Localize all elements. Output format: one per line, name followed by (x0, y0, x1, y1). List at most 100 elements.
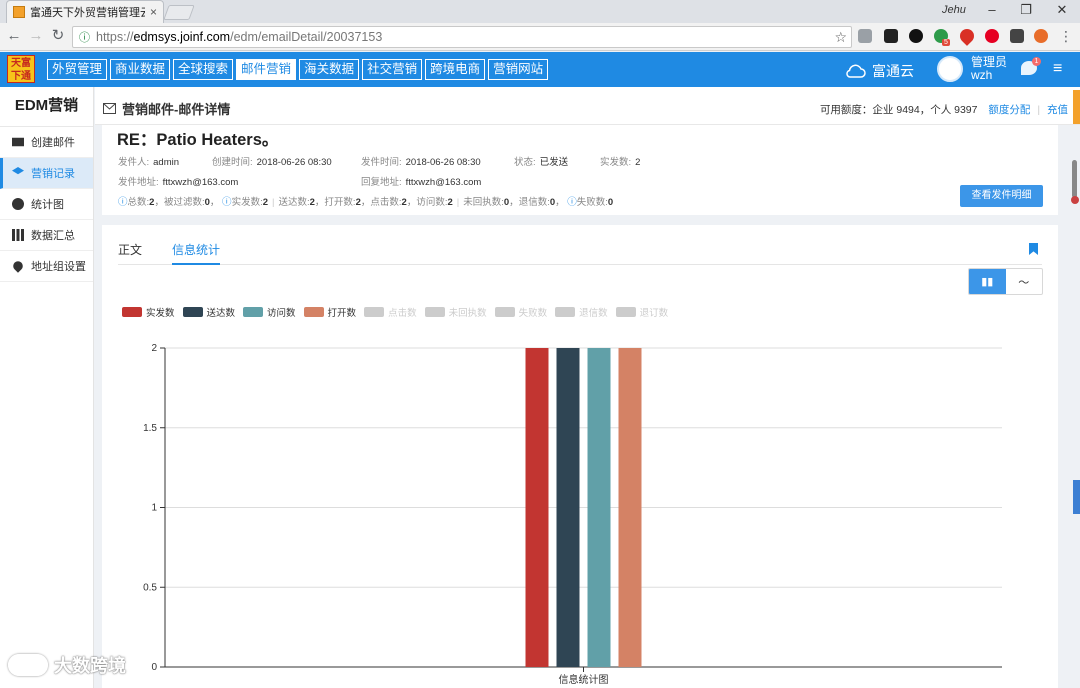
sidebar-item-address-groups[interactable]: 地址组设置 (0, 251, 93, 282)
new-tab-button[interactable] (163, 5, 195, 20)
profile-name[interactable]: Jehu (942, 4, 966, 16)
bar-chart-toggle-icon[interactable]: ▮▮ (969, 269, 1006, 294)
legend-label: 退订数 (639, 308, 669, 319)
side-panel-toggle-top[interactable] (1073, 90, 1080, 124)
legend-item[interactable]: 送达数 (182, 305, 235, 319)
nav-item-email-marketing[interactable]: 邮件营销 (236, 59, 297, 80)
extension-download-icon[interactable] (1010, 29, 1024, 43)
legend-item[interactable]: 退信数 (555, 305, 608, 319)
legend-label: 点击数 (388, 308, 417, 319)
legend-item[interactable]: 实发数 (122, 305, 175, 319)
hamburger-menu-icon[interactable]: ≡ (1053, 60, 1062, 78)
browser-toolbar: ← → ↻ ⓘ https://edmsys.joinf.com/edm/ema… (0, 23, 1080, 51)
sidebar-item-label: 营销记录 (31, 168, 75, 180)
legend-label: 失败数 (518, 308, 548, 319)
legend-item[interactable]: 访问数 (243, 305, 296, 319)
nav-item-cross-border[interactable]: 跨境电商 (425, 59, 486, 80)
address-bar[interactable]: ⓘ https://edmsys.joinf.com/edm/emailDeta… (72, 26, 852, 48)
line-chart-toggle-icon[interactable]: 〜 (1006, 269, 1043, 294)
info-icon[interactable]: ⓘ (79, 29, 90, 45)
stat-label: 被过滤数: (163, 197, 205, 208)
bar (525, 348, 549, 667)
legend-swatch (494, 307, 515, 317)
chart-legend: 实发数 送达数 访问数 打开数 点击数 未回执数 失败数 退信数 退订数 (122, 305, 668, 319)
sidebar-title: EDM营销 (0, 87, 93, 127)
sent-value: 2018-06-26 08:30 (405, 157, 481, 168)
user-name: wzh (971, 68, 993, 82)
help-icon[interactable]: ⓘ (118, 197, 128, 208)
quota-allocate-link[interactable]: 额度分配 (988, 104, 1030, 116)
extension-screen-icon[interactable] (884, 29, 898, 43)
reply-value: fttxwzh@163.com (405, 177, 482, 188)
url-prefix: https:// (96, 30, 134, 44)
sidebar-item-statistics-chart[interactable]: 统计图 (0, 189, 93, 220)
bar (556, 348, 580, 667)
cloud-link[interactable]: 富通云 (844, 61, 914, 81)
stat-label: 失败数: (576, 197, 608, 208)
logo[interactable]: 天富下通 (7, 55, 35, 83)
from-label: 发件地址: (118, 177, 159, 188)
url-path: /edm/emailDetail/20037153 (230, 30, 383, 44)
sidebar-item-data-summary[interactable]: 数据汇总 (0, 220, 93, 251)
bookmark-icon[interactable] (1029, 243, 1038, 255)
maximize-icon[interactable]: ❐ (1016, 2, 1036, 18)
extension-fire-icon[interactable] (1034, 29, 1048, 43)
browser-tab[interactable]: 富通天下外贸营销管理云 × (6, 0, 164, 23)
legend-item[interactable]: 退订数 (615, 305, 669, 319)
legend-swatch (122, 307, 142, 317)
nav-item-global-search[interactable]: 全球搜索 (173, 59, 234, 80)
reply-field: 回复地址: fttxwzh@163.com (361, 174, 481, 188)
avatar[interactable] (937, 56, 963, 82)
bar-chart: 0 0.5 1 1.5 2 信息统计图 (143, 343, 1002, 686)
reply-label: 回复地址: (361, 177, 402, 188)
side-panel-toggle[interactable] (1073, 480, 1080, 514)
browser-tabstrip: 富通天下外贸营销管理云 × Jehu – ❐ ✕ (0, 0, 1080, 23)
close-window-icon[interactable]: ✕ (1052, 2, 1072, 18)
back-icon[interactable]: ← (4, 27, 24, 45)
minimize-icon[interactable]: – (982, 2, 1002, 17)
extension-keyboard-icon[interactable] (858, 29, 872, 43)
sidebar-item-marketing-records[interactable]: 营销记录 (0, 158, 93, 189)
legend-swatch (364, 307, 385, 317)
bookmark-star-icon[interactable]: ☆ (834, 29, 847, 46)
legend-item[interactable]: 未回执数 (424, 305, 487, 319)
page-title-text: 营销邮件-邮件详情 (122, 102, 231, 117)
tab-statistics[interactable]: 信息统计 (172, 241, 221, 265)
extension-pinterest-icon[interactable] (985, 29, 999, 43)
legend-label: 实发数 (146, 308, 175, 319)
help-icon[interactable]: ⓘ (567, 197, 577, 208)
nav-item-customs-data[interactable]: 海关数据 (299, 59, 360, 80)
stat-unexecuted: 0 (503, 197, 510, 208)
sender-field: 发件人: admin (118, 154, 179, 168)
stat-filtered: 0 (204, 197, 210, 208)
url-host: edmsys.joinf.com (133, 30, 231, 44)
scrollbar-thumb[interactable] (1072, 160, 1077, 198)
forward-icon[interactable]: → (26, 27, 46, 45)
view-send-details-button[interactable]: 查看发件明细 (960, 185, 1043, 207)
nav-item-business-data[interactable]: 商业数据 (110, 59, 171, 80)
extension-pin-icon[interactable] (957, 26, 977, 46)
help-icon[interactable]: ⓘ (222, 197, 232, 208)
nav-item-social-marketing[interactable]: 社交营销 (362, 59, 423, 80)
page-scrollbar[interactable] (1068, 125, 1080, 688)
legend-item[interactable]: 打开数 (303, 305, 356, 319)
legend-item[interactable]: 点击数 (364, 305, 417, 319)
legend-swatch (424, 307, 445, 317)
stat-clicked: 2 (401, 197, 407, 208)
envelope-icon (103, 103, 116, 114)
nav-item-marketing-site[interactable]: 营销网站 (488, 59, 549, 80)
tab-close-icon[interactable]: × (150, 5, 157, 19)
scrollbar-marker (1071, 196, 1079, 204)
sidebar-item-label: 创建邮件 (31, 137, 75, 149)
browser-menu-icon[interactable]: ⋮ (1056, 27, 1076, 45)
sidebar-item-create-email[interactable]: 创建邮件 (0, 127, 93, 158)
quota-label: 可用额度：企业 9494，个人 9397 (819, 104, 978, 116)
legend-item[interactable]: 失败数 (494, 305, 548, 319)
extension-tab-icon[interactable] (909, 29, 923, 43)
user-info[interactable]: 管理员 wzh (971, 56, 1007, 82)
reload-icon[interactable]: ↻ (48, 27, 68, 45)
tab-body[interactable]: 正文 (118, 241, 142, 265)
watermark-logo (8, 654, 48, 676)
recharge-link[interactable]: 充值 (1047, 104, 1068, 116)
nav-item-trade[interactable]: 外贸管理 (47, 59, 108, 80)
